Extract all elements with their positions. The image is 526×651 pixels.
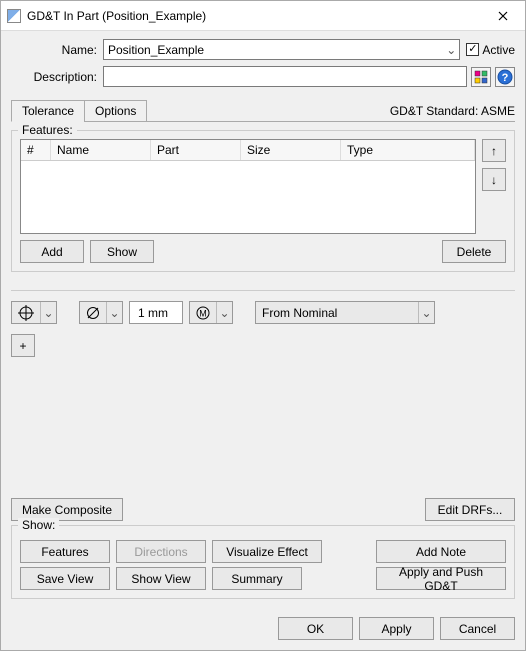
svg-text:?: ? xyxy=(502,72,509,84)
chevron-down-icon: ⌄ xyxy=(216,302,232,323)
tolerance-value-input[interactable] xyxy=(129,301,183,324)
svg-text:M: M xyxy=(199,308,207,318)
filter-grid-button[interactable] xyxy=(471,67,491,87)
save-view-button[interactable]: Save View xyxy=(20,567,110,590)
features-label: Features: xyxy=(18,123,77,137)
col-part[interactable]: Part xyxy=(151,140,241,160)
material-condition-dropdown[interactable]: M ⌄ xyxy=(189,301,233,324)
delete-button[interactable]: Delete xyxy=(442,240,506,263)
dialog-content: Name: Position_Example ⌄ Active Descript… xyxy=(1,31,525,650)
add-button[interactable]: Add xyxy=(20,240,84,263)
col-num[interactable]: # xyxy=(21,140,51,160)
window-title: GD&T In Part (Position_Example) xyxy=(27,9,480,23)
chevron-down-icon: ⌄ xyxy=(40,302,56,323)
add-tolerance-button[interactable]: + xyxy=(11,334,35,357)
gdt-standard-label: GD&T Standard: ASME xyxy=(390,101,515,121)
dialog-window: GD&T In Part (Position_Example) Name: Po… xyxy=(0,0,526,651)
diameter-icon xyxy=(86,306,100,320)
chevron-down-icon: ⌄ xyxy=(106,302,122,323)
close-button[interactable] xyxy=(480,1,525,30)
footer: OK Apply Cancel xyxy=(11,617,515,640)
ok-button[interactable]: OK xyxy=(278,617,353,640)
tab-options[interactable]: Options xyxy=(84,100,147,122)
show-view-button[interactable]: Show View xyxy=(116,567,206,590)
grid-header: # Name Part Size Type xyxy=(21,140,475,161)
tab-body: Features: # Name Part Size Type ↑ ↓ xyxy=(11,121,515,525)
help-button[interactable]: ? xyxy=(495,67,515,87)
datum-source-dropdown[interactable]: From Nominal ⌄ xyxy=(255,301,435,324)
grid-color-icon xyxy=(474,70,488,84)
help-icon: ? xyxy=(497,69,513,85)
tab-tolerance[interactable]: Tolerance xyxy=(11,100,85,122)
divider xyxy=(11,290,515,291)
characteristic-dropdown[interactable]: ⌄ xyxy=(11,301,57,324)
tolerance-row: ⌄ ⌄ xyxy=(11,301,515,324)
app-icon xyxy=(7,9,21,23)
chevron-down-icon: ⌄ xyxy=(443,40,459,59)
active-checkbox[interactable] xyxy=(466,43,479,56)
move-down-button[interactable]: ↓ xyxy=(482,168,506,191)
position-symbol-icon xyxy=(18,305,34,321)
close-icon xyxy=(498,11,508,21)
show-button[interactable]: Show xyxy=(90,240,154,263)
summary-button[interactable]: Summary xyxy=(212,567,302,590)
description-input[interactable] xyxy=(103,66,467,87)
show-directions-button[interactable]: Directions xyxy=(116,540,206,563)
features-grid[interactable]: # Name Part Size Type xyxy=(20,139,476,234)
mmc-icon: M xyxy=(196,306,210,320)
col-type[interactable]: Type xyxy=(341,140,475,160)
apply-push-button[interactable]: Apply and Push GD&T xyxy=(376,567,506,590)
edit-drfs-button[interactable]: Edit DRFs... xyxy=(425,498,515,521)
features-fieldset: Features: # Name Part Size Type ↑ ↓ xyxy=(11,130,515,272)
datum-source-value: From Nominal xyxy=(256,306,418,320)
description-row: Description: ? xyxy=(11,66,515,87)
visualize-effect-button[interactable]: Visualize Effect xyxy=(212,540,322,563)
name-value: Position_Example xyxy=(104,43,443,57)
active-label: Active xyxy=(482,43,515,57)
move-up-button[interactable]: ↑ xyxy=(482,139,506,162)
name-combobox[interactable]: Position_Example ⌄ xyxy=(103,39,460,60)
description-label: Description: xyxy=(11,70,103,84)
name-row: Name: Position_Example ⌄ Active xyxy=(11,39,515,60)
col-size[interactable]: Size xyxy=(241,140,341,160)
name-label: Name: xyxy=(11,43,103,57)
apply-button[interactable]: Apply xyxy=(359,617,434,640)
show-label: Show: xyxy=(18,518,59,532)
titlebar: GD&T In Part (Position_Example) xyxy=(1,1,525,31)
diameter-dropdown[interactable]: ⌄ xyxy=(79,301,123,324)
add-note-button[interactable]: Add Note xyxy=(376,540,506,563)
chevron-down-icon: ⌄ xyxy=(418,302,434,323)
show-features-button[interactable]: Features xyxy=(20,540,110,563)
tolerance-value-field[interactable] xyxy=(136,305,176,321)
tabs: Tolerance Options GD&T Standard: ASME xyxy=(11,99,515,121)
show-fieldset: Show: Features Directions Visualize Effe… xyxy=(11,525,515,599)
cancel-button[interactable]: Cancel xyxy=(440,617,515,640)
col-name[interactable]: Name xyxy=(51,140,151,160)
